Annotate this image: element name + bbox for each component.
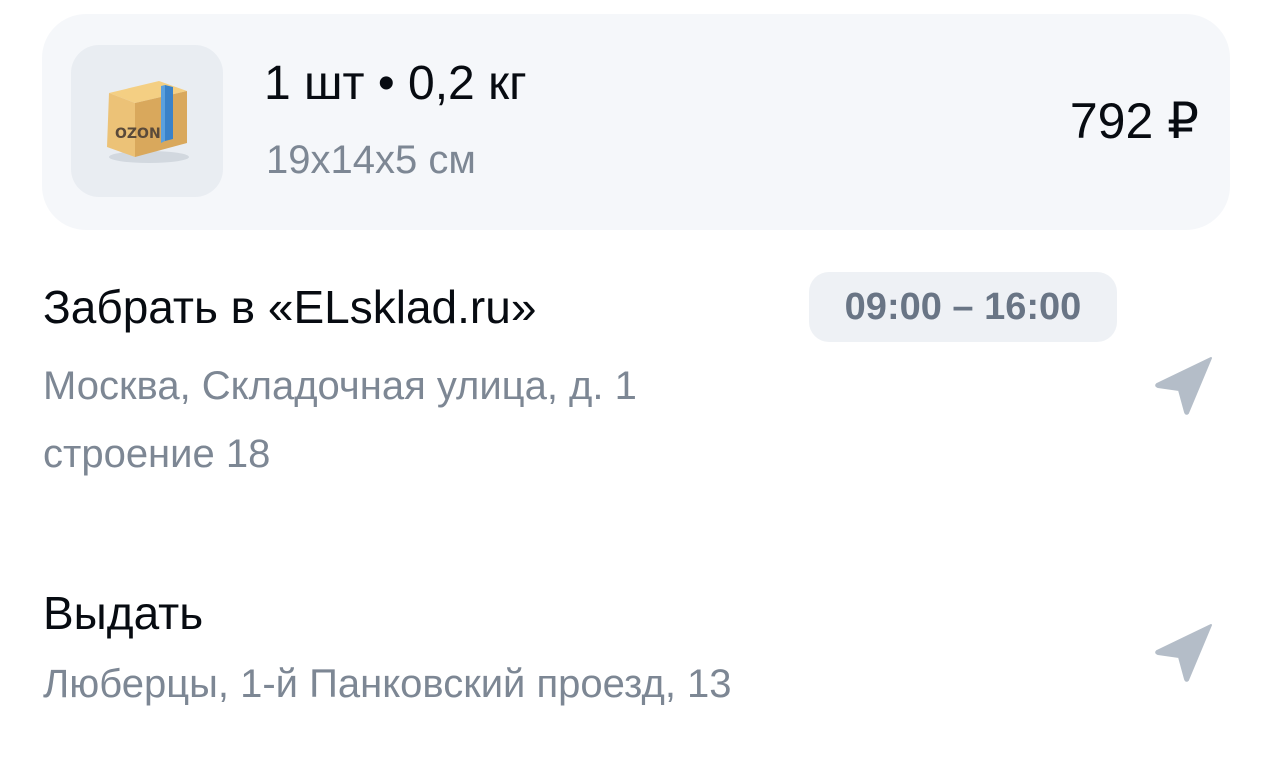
pickup-time-badge: 09:00 – 16:00 [809,272,1117,342]
navigation-arrow-icon[interactable] [1154,356,1214,416]
ozon-logo-text: OZON [115,126,161,142]
delivery-address: Люберцы, 1-й Панковский проезд, 13 [43,662,732,706]
delivery-title: Выдать [43,587,204,639]
pickup-address-line1: Москва, Складочная улица, д. 1 [43,364,637,408]
order-route-screen: OZON 1 шт • 0,2 кг 19х14х5 см 792 ₽ Забр… [0,0,1272,765]
navigation-arrow-icon[interactable] [1154,623,1214,683]
pickup-address-line2: строение 18 [43,432,271,476]
parcel-card[interactable]: OZON 1 шт • 0,2 кг 19х14х5 см 792 ₽ [42,14,1230,230]
parcel-price: 792 ₽ [1069,93,1199,149]
pickup-address: Москва, Складочная улица, д. 1 строение … [43,352,1043,488]
pickup-title: Забрать в «ELsklad.ru» [43,281,537,333]
ozon-box-icon: OZON [107,81,189,163]
parcel-dimensions: 19х14х5 см [266,138,476,182]
quantity-weight: 1 шт • 0,2 кг [264,57,527,110]
parcel-thumbnail: OZON [71,45,223,197]
